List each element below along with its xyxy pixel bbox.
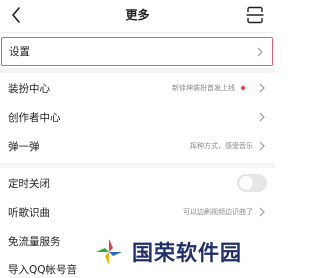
new-badge-dot xyxy=(241,86,245,90)
page-title: 更多 xyxy=(125,8,150,22)
top-nav: 更多 xyxy=(0,0,275,32)
list-item-sleep-timer: 定时关闭 xyxy=(0,168,275,198)
chevron-right-icon xyxy=(259,141,265,151)
list-item-dress-center[interactable]: 装扮中心 新徐坤装扮首发上线 xyxy=(0,73,275,103)
sleep-timer-label: 定时关闭 xyxy=(8,177,50,190)
free-data-service-label: 免流量服务 xyxy=(8,235,61,248)
dress-center-subtitle: 新徐坤装扮首发上线 xyxy=(172,84,235,92)
chevron-right-icon xyxy=(259,83,265,93)
dress-center-label: 装扮中心 xyxy=(8,82,50,95)
creator-center-label: 创作者中心 xyxy=(8,111,61,124)
watermark-text: 国荣软件园 xyxy=(132,241,242,265)
chevron-right-icon xyxy=(259,112,265,122)
watermark: 国荣软件园 xyxy=(92,232,262,272)
chevron-right-icon xyxy=(259,207,265,217)
tan-yi-tan-label: 弹一弹 xyxy=(8,140,40,153)
nav-divider xyxy=(0,32,275,33)
scan-button[interactable] xyxy=(245,5,265,25)
settings-row[interactable]: 设置 xyxy=(1,37,273,66)
list-item-song-recognition[interactable]: 听歌识曲 可以边刷视频边识曲了 xyxy=(0,197,275,227)
list-item-creator-center[interactable]: 创作者中心 xyxy=(0,102,275,132)
tan-yi-tan-subtitle: 挥种方式，感受音乐 xyxy=(190,142,253,150)
song-recognition-label: 听歌识曲 xyxy=(8,206,50,219)
toggle-knob xyxy=(239,176,253,190)
chevron-right-icon xyxy=(257,47,263,57)
list-item-tan-yi-tan[interactable]: 弹一弹 挥种方式，感受音乐 xyxy=(0,131,275,161)
settings-label: 设置 xyxy=(9,46,30,58)
song-recognition-subtitle: 可以边刷视频边识曲了 xyxy=(183,208,253,216)
import-qq-label: 导入QQ帐号音 xyxy=(8,263,78,276)
watermark-logo-icon xyxy=(95,238,123,266)
scan-icon xyxy=(246,6,264,24)
sleep-timer-toggle[interactable] xyxy=(237,174,267,192)
